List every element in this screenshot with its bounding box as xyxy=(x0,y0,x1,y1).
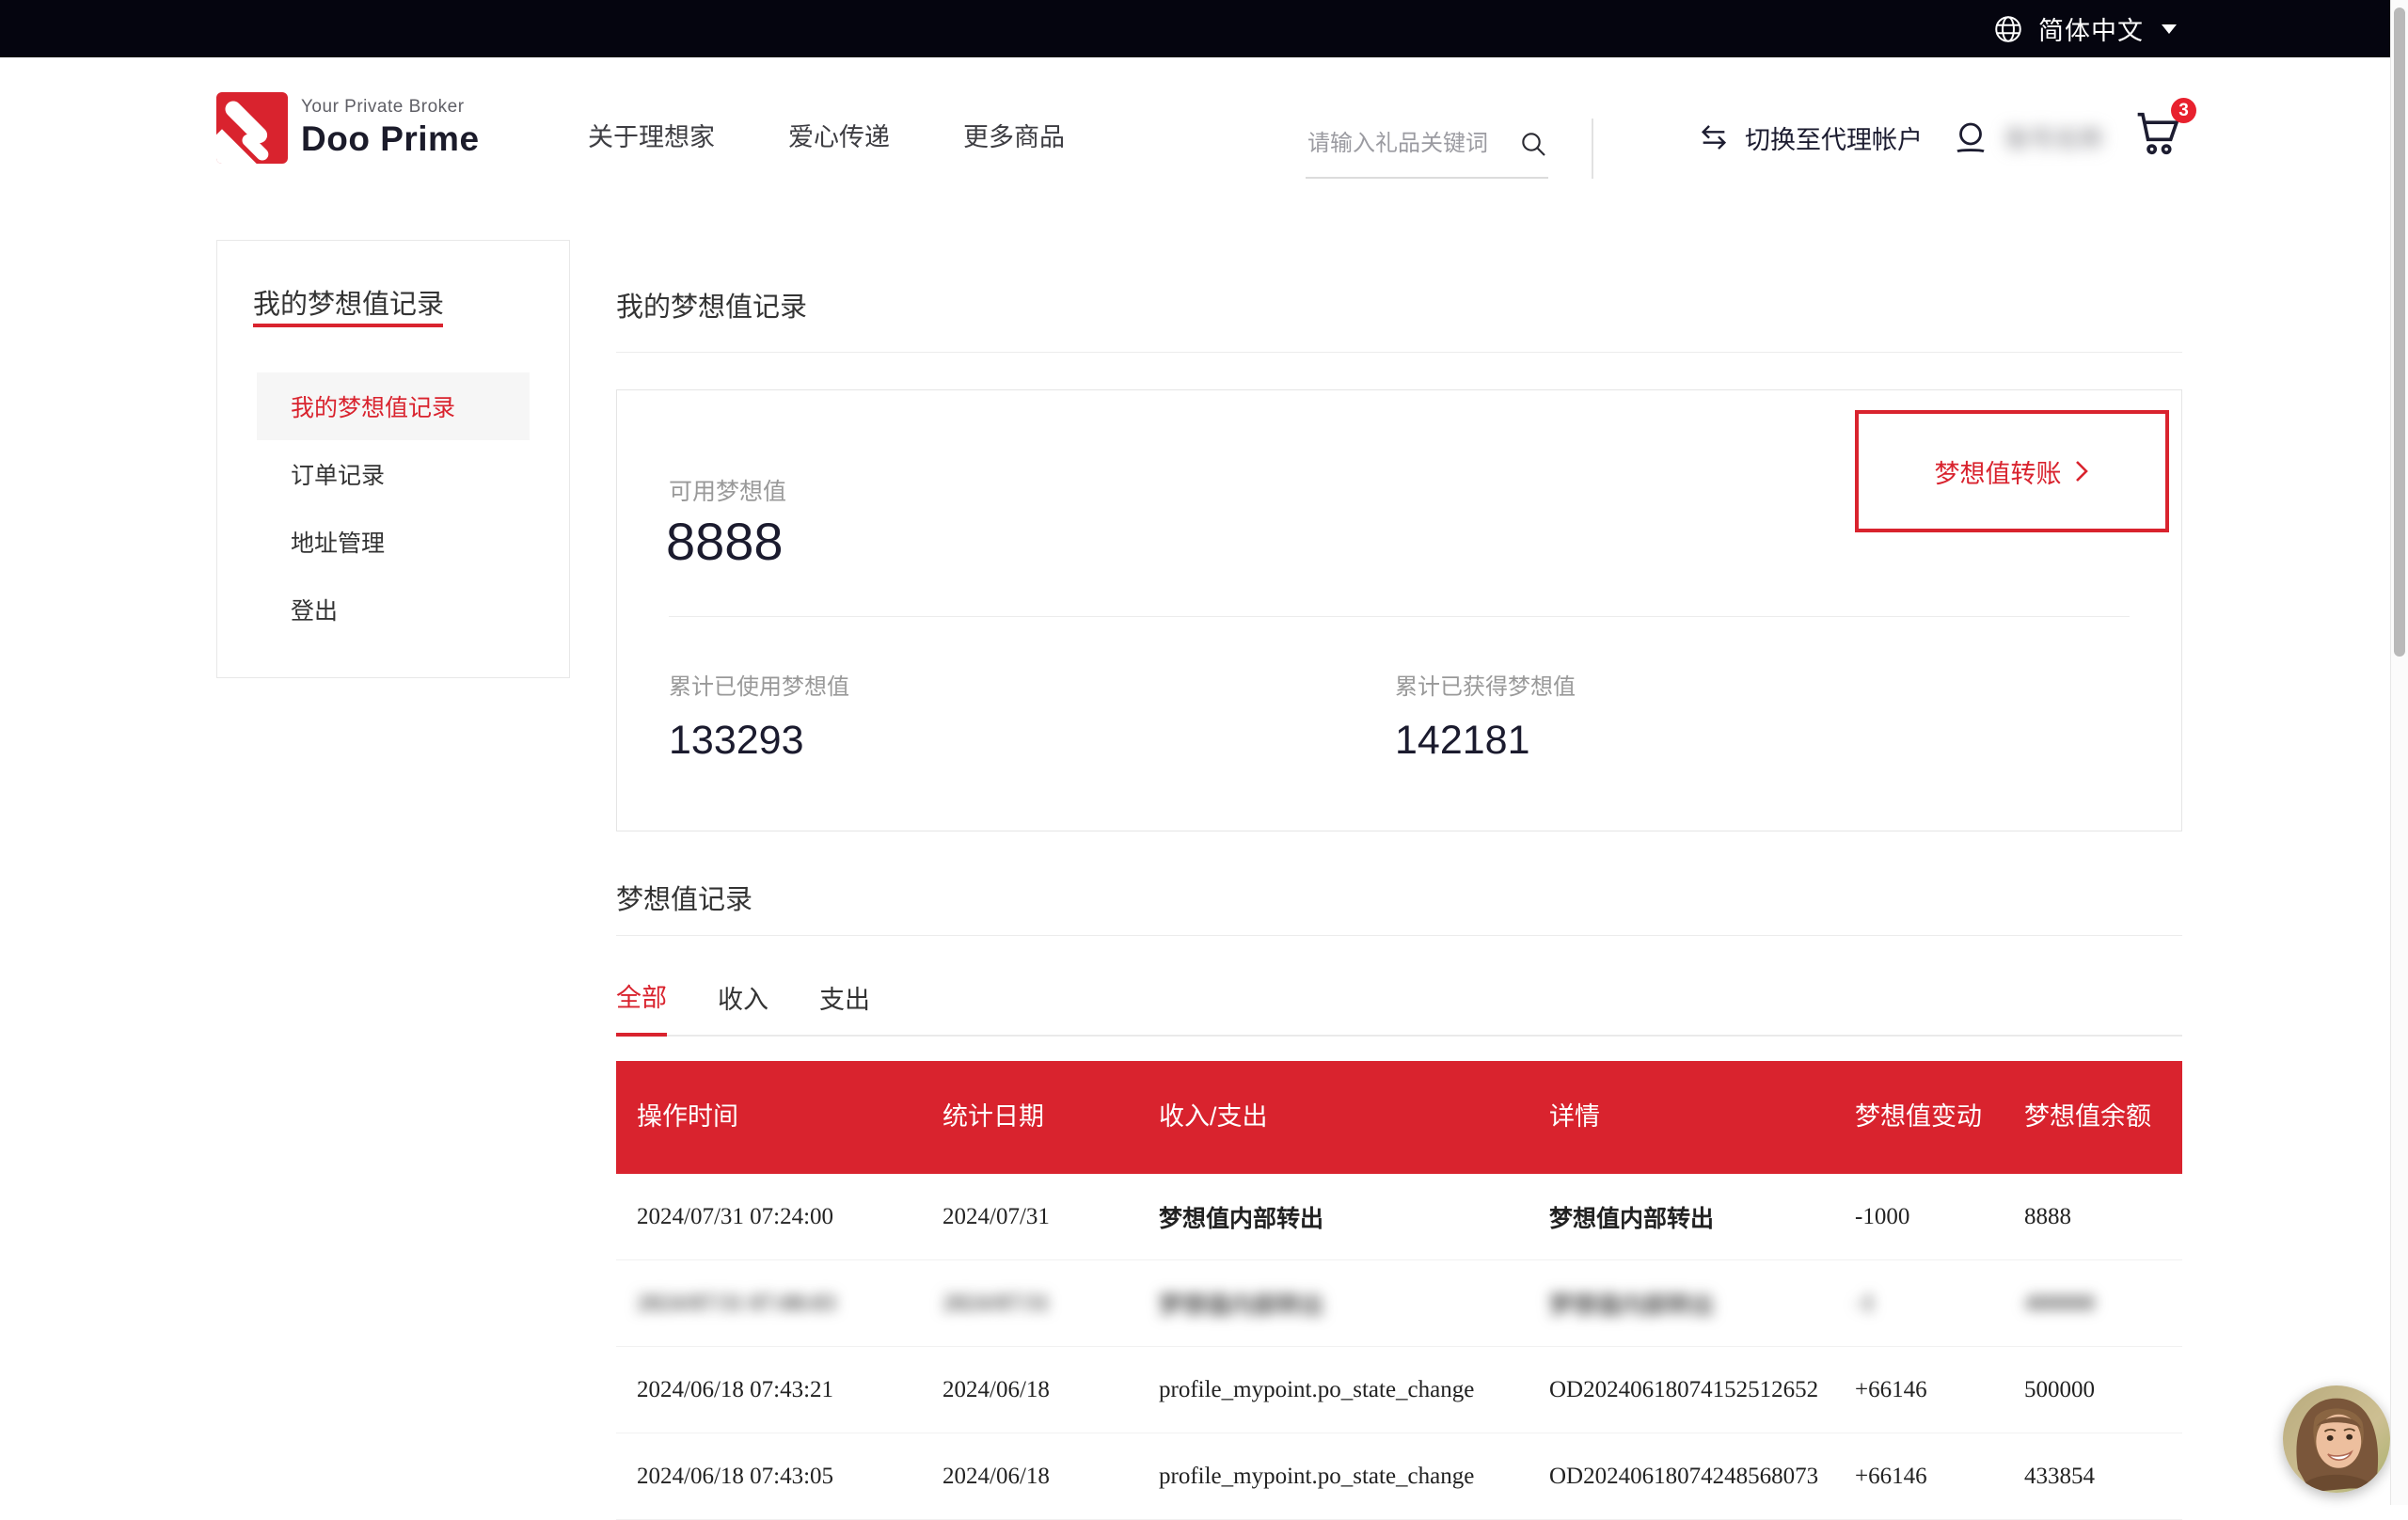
avatar xyxy=(2283,1385,2390,1493)
table-cell: 梦想值内部转出 xyxy=(1529,1200,1834,1234)
logo[interactable]: Your Private Broker Doo Prime xyxy=(216,92,480,164)
doo-prime-logo-icon xyxy=(216,92,288,164)
search-box xyxy=(1306,111,1548,179)
switch-account-button[interactable]: 切换至代理帐户 xyxy=(1696,111,1923,164)
used-points-value: 133293 xyxy=(669,718,849,764)
table-row: 2024/07/31 07:08:032024/07/31梦想值内部转出梦想值内… xyxy=(616,1260,2182,1347)
sidebar-title: 我的梦想值记录 xyxy=(253,282,444,322)
sidebar-item[interactable]: 订单记录 xyxy=(257,440,530,508)
table-header: 操作时间统计日期收入/支出详情梦想值变动梦想值余额 xyxy=(616,1061,2182,1174)
table-cell: 梦想值内部转出 xyxy=(1138,1200,1529,1234)
header-cell: 统计日期 xyxy=(922,1099,1138,1135)
cart-button[interactable]: 3 xyxy=(2129,105,2194,169)
table-cell: OD20240618074152512652 xyxy=(1529,1377,1834,1403)
header-cell: 收入/支出 xyxy=(1138,1099,1529,1135)
table-cell: profile_mypoint.po_state_change xyxy=(1138,1377,1529,1403)
search-icon[interactable] xyxy=(1518,129,1548,159)
table-cell: 2024/06/18 xyxy=(922,1377,1138,1403)
chevron-down-icon xyxy=(2162,24,2177,34)
header-cell: 详情 xyxy=(1529,1099,1834,1135)
earned-points-value: 142181 xyxy=(1395,718,1576,764)
main-nav: 关于理想家 爱心传递 更多商品 xyxy=(588,117,1065,153)
title-divider xyxy=(616,352,2182,353)
records-tabs: 全部收入支出 xyxy=(616,974,2182,1037)
globe-icon xyxy=(1992,13,2024,45)
available-points-label: 可用梦想值 xyxy=(669,473,786,507)
table-cell: profile_mypoint.po_state_change xyxy=(1138,1464,1529,1490)
table-row: 2024/06/18 07:43:052024/06/18profile_myp… xyxy=(616,1433,2182,1520)
table-cell: 8888 xyxy=(2004,1204,2182,1230)
table-cell: +66146 xyxy=(1834,1377,2004,1403)
tab[interactable]: 全部 xyxy=(616,977,667,1037)
transfer-label: 梦想值转账 xyxy=(1935,453,2062,490)
search-input[interactable] xyxy=(1306,130,1502,158)
nav-item[interactable]: 更多商品 xyxy=(963,117,1065,153)
chat-avatar-button[interactable] xyxy=(2283,1385,2390,1493)
records-divider xyxy=(616,935,2182,936)
table-cell: -1000 xyxy=(1834,1204,2004,1230)
scrollbar-thumb[interactable] xyxy=(2394,8,2405,657)
card-divider xyxy=(669,616,2130,617)
logo-tagline: Your Private Broker xyxy=(301,97,480,118)
table-cell: 2024/06/18 07:43:21 xyxy=(616,1377,922,1403)
username-redacted: 账号名称 xyxy=(2005,120,2103,155)
page-title: 我的梦想值记录 xyxy=(616,285,807,325)
earned-points-label: 累计已获得梦想值 xyxy=(1395,668,1576,701)
cart-badge: 3 xyxy=(2171,98,2196,123)
language-selector[interactable]: 简体中文 xyxy=(1992,0,2177,57)
table-cell: 400000 xyxy=(2004,1290,2182,1317)
table-cell: +66146 xyxy=(1834,1464,2004,1490)
table-cell: 2024/06/18 07:43:05 xyxy=(616,1464,922,1490)
language-label: 简体中文 xyxy=(2038,10,2144,47)
tab[interactable]: 收入 xyxy=(718,979,768,1035)
table-body: 2024/07/31 07:24:002024/07/31梦想值内部转出梦想值内… xyxy=(616,1174,2182,1520)
chevron-right-icon xyxy=(2073,458,2090,484)
table-cell: 500000 xyxy=(2004,1377,2182,1403)
table-cell: 2024/07/31 xyxy=(922,1204,1138,1230)
table-cell: 梦想值内部转出 xyxy=(1529,1287,1834,1321)
records-table: 操作时间统计日期收入/支出详情梦想值变动梦想值余额 2024/07/31 07:… xyxy=(616,1061,2182,1520)
nav-item[interactable]: 关于理想家 xyxy=(588,117,715,153)
table-cell: OD20240618074248568073 xyxy=(1529,1464,1834,1490)
available-points-value: 8888 xyxy=(666,511,784,572)
table-cell: -1 xyxy=(1834,1290,2004,1317)
switch-account-label: 切换至代理帐户 xyxy=(1745,119,1923,156)
transfer-link[interactable]: 梦想值转账 xyxy=(1935,453,2090,490)
scrollbar xyxy=(2390,0,2408,1505)
table-cell: 2024/07/31 07:24:00 xyxy=(616,1204,922,1230)
tab[interactable]: 支出 xyxy=(819,979,870,1035)
sidebar-item[interactable]: 登出 xyxy=(257,576,530,643)
account-button[interactable]: 账号名称 xyxy=(1951,111,2103,164)
header-cell: 梦想值变动 xyxy=(1834,1099,2004,1135)
table-cell: 梦想值内部转出 xyxy=(1138,1287,1529,1321)
header-cell: 梦想值余额 xyxy=(2004,1099,2182,1135)
sidebar-menu: 我的梦想值记录订单记录地址管理登出 xyxy=(257,372,530,643)
sidebar-item[interactable]: 我的梦想值记录 xyxy=(257,372,530,440)
person-icon xyxy=(1951,116,1990,159)
table-cell: 2024/07/31 xyxy=(922,1290,1138,1317)
used-points-label: 累计已使用梦想值 xyxy=(669,668,849,701)
sidebar-item[interactable]: 地址管理 xyxy=(257,508,530,576)
sidebar: 我的梦想值记录 我的梦想值记录订单记录地址管理登出 xyxy=(216,240,570,678)
header-cell: 操作时间 xyxy=(616,1099,922,1135)
table-cell: 2024/06/18 xyxy=(922,1464,1138,1490)
table-cell: 2024/07/31 07:08:03 xyxy=(616,1290,922,1317)
table-row: 2024/07/31 07:24:002024/07/31梦想值内部转出梦想值内… xyxy=(616,1174,2182,1260)
transfer-highlight-box: 梦想值转账 xyxy=(1855,410,2169,532)
table-cell: 433854 xyxy=(2004,1464,2182,1490)
records-section-title: 梦想值记录 xyxy=(616,878,752,917)
header-divider xyxy=(1592,119,1593,179)
swap-arrows-icon xyxy=(1696,121,1732,153)
logo-brand: Doo Prime xyxy=(301,119,480,159)
sidebar-title-underline xyxy=(253,324,443,327)
table-row: 2024/06/18 07:43:212024/06/18profile_myp… xyxy=(616,1347,2182,1433)
points-summary-card: 可用梦想值 8888 梦想值转账 累计已使用梦想值 133293 累计已获得梦想… xyxy=(616,389,2182,831)
nav-item[interactable]: 爱心传递 xyxy=(788,117,890,153)
